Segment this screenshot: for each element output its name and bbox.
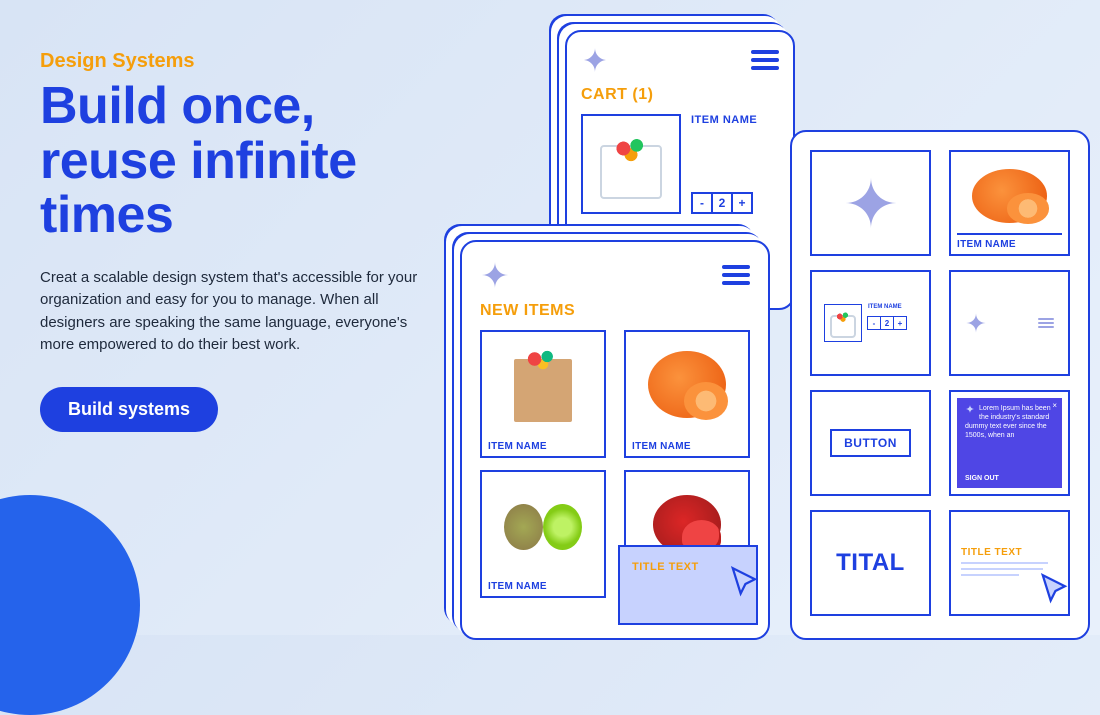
mini-qty-minus[interactable]: - <box>867 316 881 330</box>
eyebrow-text: Design Systems <box>40 50 420 73</box>
quantity-stepper[interactable]: - 2 + <box>691 192 779 214</box>
component-card-label: ITEM NAME <box>951 235 1068 254</box>
logo-icon <box>581 46 609 74</box>
product-label: ITEM NAME <box>626 437 748 456</box>
new-items-title: NEW ITEMS <box>480 302 750 320</box>
mini-qty-plus[interactable]: + <box>893 316 907 330</box>
product-card[interactable]: ITEM NAME <box>480 330 606 458</box>
mini-item-label: ITEM NAME <box>868 304 917 310</box>
component-cart-row: ITEM NAME - 2 + <box>810 270 931 376</box>
qty-value: 2 <box>711 192 733 214</box>
component-tooltip: × Lorem Ipsum has been the industry's st… <box>949 390 1070 496</box>
component-logo-tile <box>810 150 931 256</box>
close-icon[interactable]: × <box>1052 401 1057 411</box>
component-product-card: ITEM NAME <box>949 150 1070 256</box>
tital-text: TITAL <box>836 549 905 577</box>
qty-plus-button[interactable]: + <box>731 192 753 214</box>
product-card[interactable]: ITEM NAME <box>624 330 750 458</box>
cart-item-thumbnail[interactable] <box>581 114 681 214</box>
hamburger-icon[interactable] <box>1038 318 1054 328</box>
cart-item-label: ITEM NAME <box>691 114 779 126</box>
mini-quantity-stepper[interactable]: - 2 + <box>868 316 917 330</box>
logo-icon <box>480 260 510 290</box>
hero-body: Creat a scalable design system that's ac… <box>40 267 420 357</box>
mini-qty-value: 2 <box>880 316 894 330</box>
cursor-icon <box>728 565 766 603</box>
tooltip-text: Lorem Ipsum has been the industry's stan… <box>965 405 1051 439</box>
product-label: ITEM NAME <box>482 577 604 596</box>
popup-title: TITLE TEXT <box>632 561 699 573</box>
cart-title: CART (1) <box>581 86 779 104</box>
hero-heading: Build once, reuse infinite times <box>40 79 420 243</box>
title-text-label: TITLE TEXT <box>961 547 1022 558</box>
logo-icon <box>965 312 987 334</box>
hero-copy: Design Systems Build once, reuse infinit… <box>40 50 420 432</box>
sign-out-link[interactable]: SIGN OUT <box>965 474 999 483</box>
component-header <box>949 270 1070 376</box>
qty-minus-button[interactable]: - <box>691 192 713 214</box>
build-systems-button[interactable]: Build systems <box>40 387 218 432</box>
hamburger-icon[interactable] <box>751 50 779 70</box>
product-label: ITEM NAME <box>482 437 604 456</box>
product-card[interactable]: ITEM NAME <box>480 470 606 598</box>
logo-icon <box>965 404 975 414</box>
decorative-circle <box>0 495 140 715</box>
mini-thumbnail <box>824 304 862 342</box>
component-tital: TITAL <box>810 510 931 616</box>
mock-device-components: ITEM NAME ITEM NAME - 2 + BUTTO <box>790 130 1090 640</box>
component-button: BUTTON <box>810 390 931 496</box>
cursor-icon <box>1038 572 1076 610</box>
sample-button[interactable]: BUTTON <box>830 429 911 457</box>
hamburger-icon[interactable] <box>722 265 750 285</box>
